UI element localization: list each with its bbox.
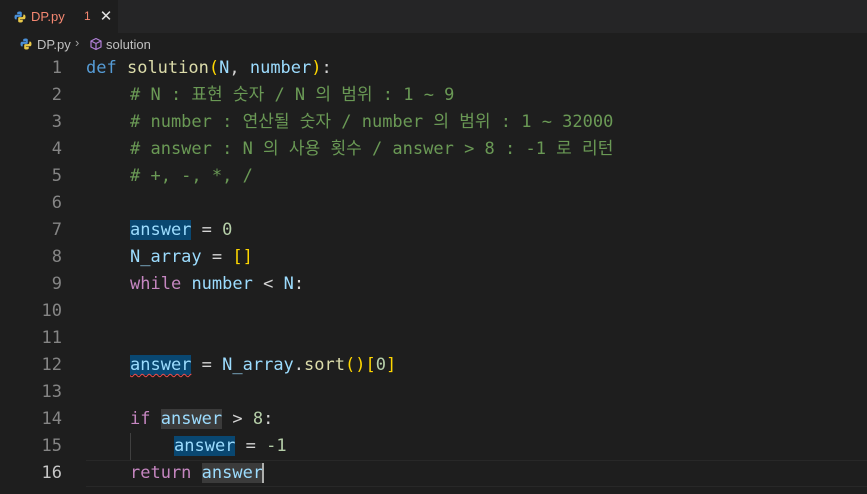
- line-number: 14: [41, 409, 62, 429]
- breadcrumb-separator-icon: ›: [75, 35, 80, 50]
- paren-open: (: [208, 58, 220, 78]
- line-number: 5: [51, 166, 62, 186]
- variable-n-array: N_array: [130, 247, 202, 267]
- code-line-1[interactable]: def solution(N, number):: [86, 55, 332, 82]
- close-tab-icon[interactable]: ✕: [98, 7, 114, 25]
- code-line-12[interactable]: answer = N_array.sort()[0]: [130, 352, 396, 379]
- function-name: solution: [126, 58, 209, 78]
- keyword-def: def: [86, 58, 117, 78]
- breadcrumb-symbol[interactable]: solution: [106, 37, 151, 52]
- line-number: 15: [41, 436, 62, 456]
- line-number: 11: [41, 328, 62, 348]
- problem-count-badge: 1: [84, 9, 91, 23]
- method-cube-icon: [90, 37, 102, 51]
- breadcrumb: DP.py › solution: [0, 33, 867, 55]
- number-literal: 0: [222, 220, 233, 240]
- code-line-4-comment[interactable]: # answer : N 의 사용 횟수 / answer > 8 : -1 로…: [130, 136, 613, 163]
- operator: =: [201, 247, 233, 267]
- index-open: [: [365, 355, 376, 375]
- call-parens: (): [345, 355, 366, 375]
- variable-n: N: [283, 274, 294, 294]
- breadcrumb-file[interactable]: DP.py: [37, 37, 71, 52]
- variable-answer-highlighted: answer: [130, 220, 192, 240]
- comma: ,: [229, 58, 250, 78]
- code-line-7[interactable]: answer = 0: [130, 217, 232, 244]
- list-brackets: []: [232, 247, 253, 267]
- dot: .: [293, 355, 305, 375]
- operator: <: [252, 274, 284, 294]
- line-number: 9: [51, 274, 62, 294]
- colon: :: [321, 58, 332, 78]
- code-line-16[interactable]: return answer: [130, 460, 265, 487]
- text-cursor: [262, 463, 265, 483]
- number-literal: 8: [252, 409, 264, 429]
- variable-answer-highlighted: answer: [201, 463, 264, 483]
- variable-n-array: N_array: [222, 355, 294, 375]
- method-sort: sort: [304, 355, 345, 375]
- line-number: 13: [41, 382, 62, 402]
- line-number: 2: [51, 85, 62, 105]
- line-number: 7: [51, 220, 62, 240]
- index-close: ]: [385, 355, 397, 375]
- operator: >: [222, 409, 253, 429]
- variable-answer-highlighted: answer: [160, 409, 223, 429]
- code-line-8[interactable]: N_array = []: [130, 244, 253, 271]
- code-line-3-comment[interactable]: # number : 연산될 숫자 / number 의 범위 : 1 ~ 32…: [130, 109, 613, 136]
- line-number: 4: [51, 139, 62, 159]
- keyword-if: if: [130, 409, 151, 429]
- operator: =: [191, 355, 223, 375]
- index-literal: 0: [375, 355, 386, 375]
- indent-guide: [130, 433, 131, 460]
- editor-tab-dp-py[interactable]: DP.py 1 ✕: [0, 0, 118, 33]
- colon: :: [263, 409, 274, 429]
- line-number-active: 16: [41, 463, 62, 483]
- param-number: number: [249, 58, 312, 78]
- line-number: 1: [51, 58, 62, 78]
- operator: =: [191, 220, 223, 240]
- line-number: 12: [41, 355, 62, 375]
- line-number: 8: [51, 247, 62, 267]
- code-line-15[interactable]: answer = -1: [174, 433, 287, 460]
- code-line-5-comment[interactable]: # +, -, *, /: [130, 163, 253, 190]
- python-file-icon: [20, 38, 32, 50]
- tab-filename: DP.py: [31, 9, 65, 24]
- number-literal: -1: [266, 436, 287, 456]
- colon: :: [293, 274, 305, 294]
- operator: =: [235, 436, 267, 456]
- param-n: N: [219, 58, 230, 78]
- variable-answer-highlighted: answer: [174, 436, 236, 456]
- variable-answer-error: answer: [130, 355, 192, 375]
- code-line-2-comment[interactable]: # N : 표현 숫자 / N 의 범위 : 1 ~ 9: [130, 82, 454, 109]
- keyword-while: while: [130, 274, 182, 294]
- line-number: 10: [41, 301, 62, 321]
- paren-close: ): [311, 58, 322, 78]
- keyword-return: return: [130, 463, 192, 483]
- code-editor[interactable]: 1 2 3 4 5 6 7 8 9 10 11 12 13 14 15 16 d…: [0, 55, 867, 494]
- python-file-icon: [14, 11, 26, 23]
- line-number: 3: [51, 112, 62, 132]
- code-line-14[interactable]: if answer > 8:: [130, 406, 273, 433]
- code-line-9[interactable]: while number < N:: [130, 271, 304, 298]
- tab-bar: DP.py 1 ✕: [0, 0, 867, 33]
- line-number: 6: [51, 193, 62, 213]
- variable-number: number: [191, 274, 253, 294]
